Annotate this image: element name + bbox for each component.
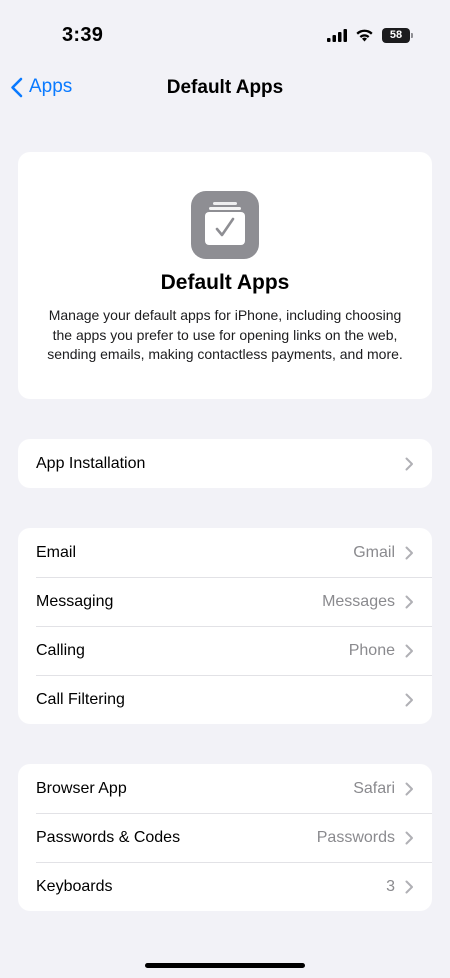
row-label: Call Filtering bbox=[36, 690, 125, 708]
hero-description: Manage your default apps for iPhone, inc… bbox=[47, 307, 403, 362]
home-indicator[interactable] bbox=[145, 963, 305, 968]
row-keyboards[interactable]: Keyboards 3 bbox=[18, 862, 432, 911]
row-label: Keyboards bbox=[36, 877, 113, 895]
chevron-right-icon bbox=[405, 693, 414, 707]
cellular-signal-icon bbox=[327, 28, 347, 42]
chevron-right-icon bbox=[405, 782, 414, 796]
battery-icon: 58 bbox=[382, 27, 413, 43]
row-label: App Installation bbox=[36, 454, 146, 472]
row-messaging[interactable]: Messaging Messages bbox=[18, 577, 432, 626]
chevron-right-icon bbox=[405, 644, 414, 658]
row-label: Email bbox=[36, 543, 77, 561]
chevron-right-icon bbox=[405, 457, 414, 471]
page-title: Default Apps bbox=[166, 77, 284, 98]
wifi-icon bbox=[356, 29, 373, 42]
row-label: Messaging bbox=[36, 592, 114, 610]
row-passwords-codes[interactable]: Passwords & Codes Passwords bbox=[18, 813, 432, 862]
row-label: Browser App bbox=[36, 779, 127, 797]
status-icons: 58 bbox=[327, 27, 413, 43]
row-value: Passwords bbox=[316, 828, 395, 846]
status-bar: 3:39 58 bbox=[0, 0, 450, 68]
hero-title: Default Apps bbox=[160, 271, 290, 294]
settings-group-communication: Email Gmail Messaging Messages Calling P… bbox=[18, 528, 432, 724]
hero-card: Default Apps Manage your default apps fo… bbox=[18, 152, 432, 399]
battery-level: 58 bbox=[389, 29, 403, 41]
settings-group-browsing: Browser App Safari Passwords & Codes Pas… bbox=[18, 764, 432, 911]
row-call-filtering[interactable]: Call Filtering bbox=[18, 675, 432, 724]
row-email[interactable]: Email Gmail bbox=[18, 528, 432, 577]
row-value: Safari bbox=[353, 779, 395, 797]
row-value: 3 bbox=[386, 877, 395, 895]
default-apps-icon bbox=[191, 191, 259, 259]
row-label: Passwords & Codes bbox=[36, 828, 181, 846]
row-app-installation[interactable]: App Installation bbox=[18, 439, 432, 488]
row-value: Gmail bbox=[353, 543, 395, 561]
chevron-right-icon bbox=[405, 880, 414, 894]
row-label: Calling bbox=[36, 641, 85, 659]
row-value: Phone bbox=[348, 641, 395, 659]
navigation-bar: Apps Default Apps bbox=[0, 68, 450, 108]
row-calling[interactable]: Calling Phone bbox=[18, 626, 432, 675]
chevron-right-icon bbox=[405, 546, 414, 560]
status-time: 3:39 bbox=[62, 24, 104, 46]
row-value: Messages bbox=[322, 592, 395, 610]
settings-group-installation: App Installation bbox=[18, 439, 432, 488]
chevron-right-icon bbox=[405, 831, 414, 845]
chevron-right-icon bbox=[405, 595, 414, 609]
row-browser-app[interactable]: Browser App Safari bbox=[18, 764, 432, 813]
